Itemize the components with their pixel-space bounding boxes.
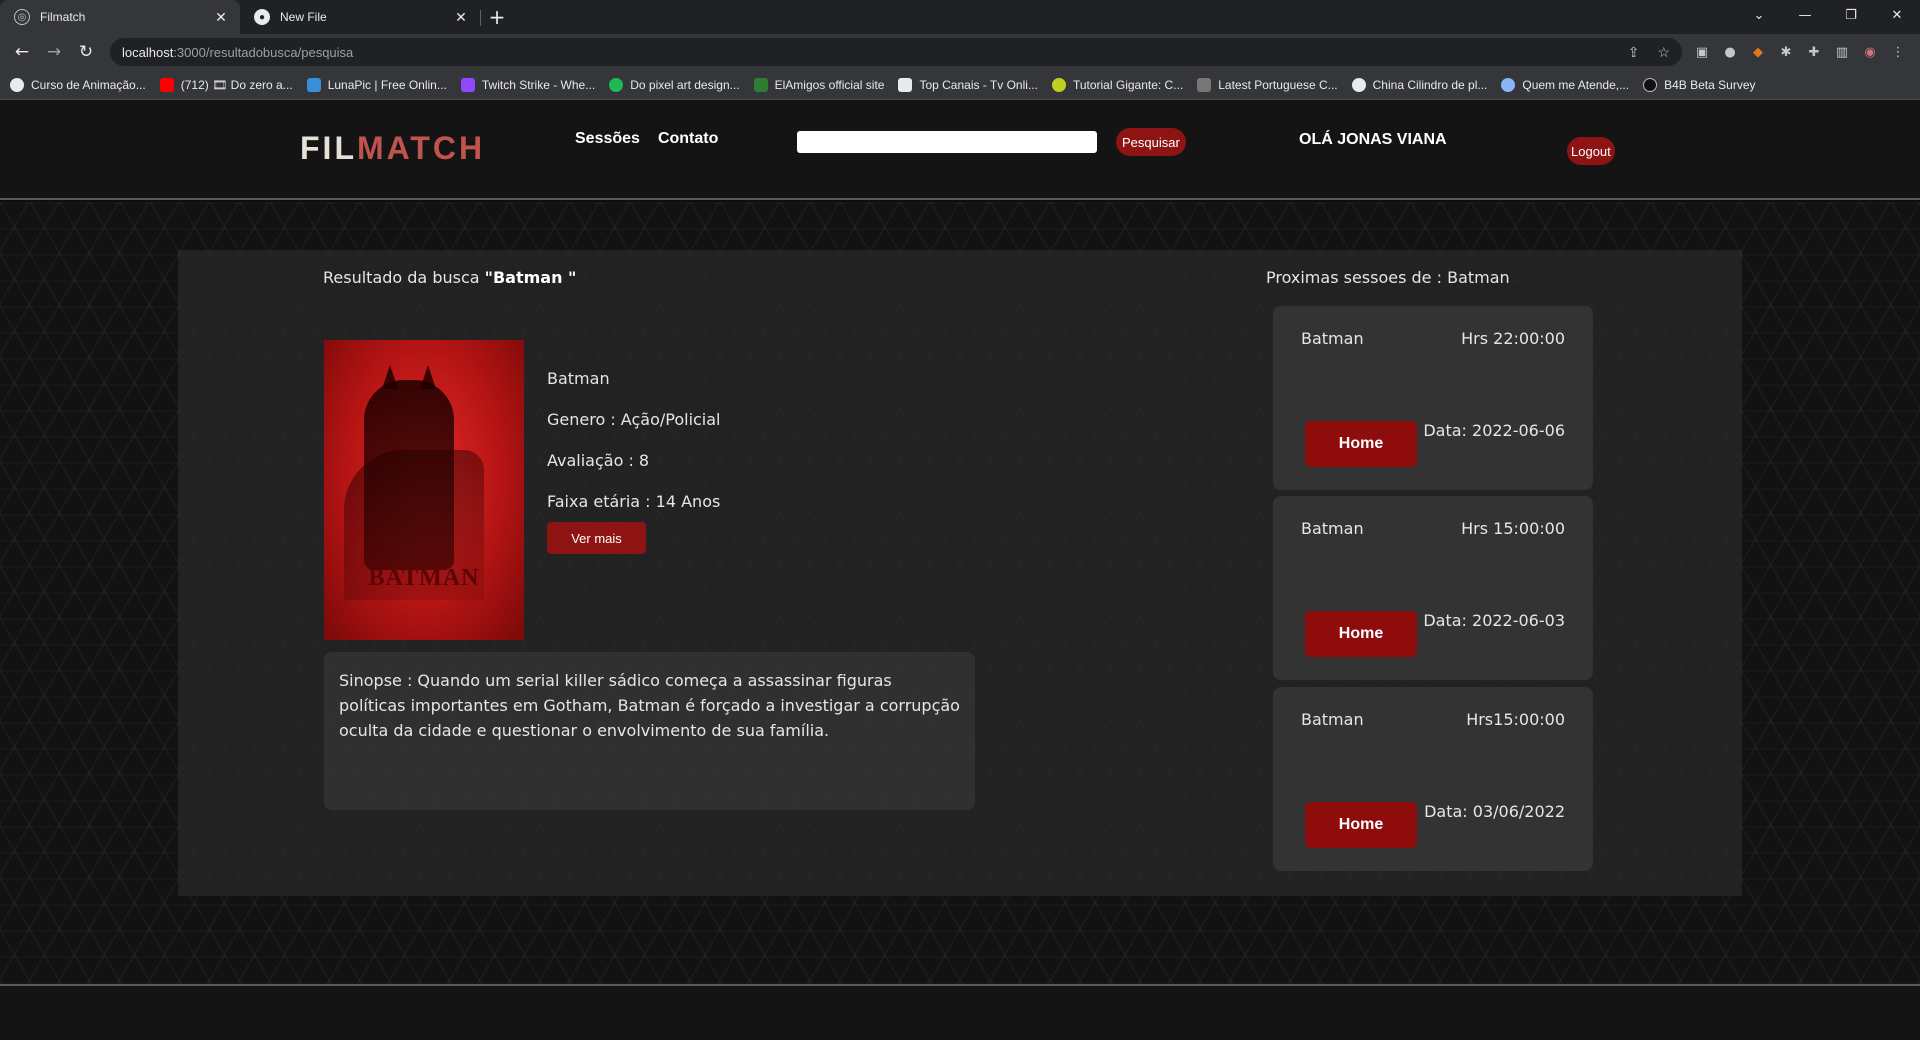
- movie-genre: Genero : Ação/Policial: [547, 410, 721, 429]
- bookmark-item[interactable]: Curso de Animação...: [10, 77, 146, 92]
- session-time: Hrs15:00:00: [1466, 710, 1565, 729]
- forward-icon[interactable]: →: [40, 38, 68, 66]
- tab-divider: [480, 10, 481, 26]
- share-icon[interactable]: ⇪: [1628, 44, 1640, 61]
- session-card: Batman Hrs 15:00:00 Home Data: 2022-06-0…: [1273, 496, 1593, 680]
- github-icon: ●: [254, 9, 270, 25]
- tv-icon: [898, 77, 913, 92]
- window-controls: ⌄ — ❐ ✕: [1736, 0, 1920, 34]
- twitch-icon: [460, 77, 475, 92]
- portuguese-icon: [1197, 77, 1212, 92]
- close-icon[interactable]: ✕: [212, 9, 230, 26]
- session-card: Batman Hrs15:00:00 Home Data: 03/06/2022: [1273, 687, 1593, 871]
- fi-icon: [609, 77, 624, 92]
- extension-icon[interactable]: ✱: [1772, 38, 1800, 66]
- home-button[interactable]: Home: [1305, 802, 1417, 848]
- tab-title: New File: [280, 10, 327, 24]
- globe-icon: [1351, 77, 1366, 92]
- tab-title: Filmatch: [40, 10, 86, 24]
- session-movie: Batman: [1301, 329, 1364, 348]
- session-time: Hrs 15:00:00: [1461, 519, 1565, 538]
- restore-icon[interactable]: ❐: [1828, 0, 1874, 30]
- browser-tab-bar: ◎ Filmatch ✕ ● New File ✕ + ⌄ — ❐ ✕: [0, 0, 1920, 34]
- tab-new-file[interactable]: ● New File ✕: [240, 0, 481, 34]
- bookmark-item[interactable]: (712) 🎞 Do zero a...: [159, 77, 293, 92]
- search-input[interactable]: [797, 131, 1097, 153]
- session-movie: Batman: [1301, 710, 1364, 729]
- tab-filmatch[interactable]: ◎ Filmatch ✕: [0, 0, 240, 34]
- ver-mais-button[interactable]: Ver mais: [547, 522, 646, 554]
- globe-icon: [10, 77, 24, 92]
- reload-icon[interactable]: ↻: [72, 38, 100, 66]
- bookmark-item[interactable]: Top Canais - Tv Onli...: [898, 77, 1038, 92]
- tutorial-icon: [1051, 77, 1066, 92]
- close-icon[interactable]: ✕: [452, 9, 470, 26]
- movie-poster: BATMAN: [324, 340, 524, 640]
- minimize-icon[interactable]: —: [1782, 0, 1828, 30]
- session-time: Hrs 22:00:00: [1461, 329, 1565, 348]
- user-greeting: OLÁ JONAS VIANA: [1299, 131, 1447, 148]
- globe-icon: ◎: [14, 9, 30, 25]
- session-date: Data: 2022-06-06: [1423, 421, 1565, 440]
- movie-title: Batman: [547, 369, 610, 388]
- session-card: Batman Hrs 22:00:00 Home Data: 2022-06-0…: [1273, 306, 1593, 490]
- url-host: localhost: [122, 44, 174, 60]
- session-date: Data: 2022-06-03: [1423, 611, 1565, 630]
- bookmark-item[interactable]: Latest Portuguese C...: [1197, 77, 1338, 92]
- bookmark-item[interactable]: B4B Beta Survey: [1643, 77, 1756, 92]
- puzzle-icon[interactable]: ✚: [1800, 38, 1828, 66]
- url-path: :3000/resultadobusca/pesquisa: [173, 44, 354, 60]
- poster-title: BATMAN: [368, 565, 480, 591]
- site-header: FILMATCH Sessões Contato Pesquisar OLÁ J…: [0, 100, 1920, 200]
- side-panel-icon[interactable]: ▥: [1828, 38, 1856, 66]
- search-query: "Batman ": [484, 268, 577, 287]
- bookmarks-bar: Curso de Animação... (712) 🎞 Do zero a..…: [0, 70, 1920, 100]
- new-tab-button[interactable]: +: [480, 0, 514, 34]
- avatar[interactable]: ◉: [1856, 38, 1884, 66]
- movie-synopsis: Sinopse : Quando um serial killer sádico…: [324, 652, 975, 810]
- bookmark-star-icon[interactable]: ☆: [1657, 44, 1670, 61]
- browser-toolbar: ← → ↻ i localhost :3000/resultadobusca/p…: [0, 34, 1920, 122]
- page: FILMATCH Sessões Contato Pesquisar OLÁ J…: [0, 100, 1920, 1040]
- movie-rating: Avaliação : 8: [547, 451, 650, 470]
- extension-icon[interactable]: ●: [1716, 38, 1744, 66]
- nav-contato[interactable]: Contato: [658, 130, 718, 148]
- main-nav: Sessões Contato: [575, 130, 718, 148]
- youtube-icon: [159, 77, 174, 92]
- address-bar[interactable]: i localhost :3000/resultadobusca/pesquis…: [110, 38, 1682, 122]
- close-window-icon[interactable]: ✕: [1874, 0, 1920, 30]
- metamask-icon[interactable]: ◆: [1744, 38, 1772, 66]
- content-background: Resultado da busca "Batman " BATMAN Batm…: [0, 202, 1920, 984]
- bookmark-item[interactable]: LunaPic | Free Onlin...: [306, 77, 447, 92]
- extension-icon[interactable]: ▣: [1688, 38, 1716, 66]
- menu-icon[interactable]: ⋮: [1884, 38, 1912, 66]
- poster-figure-shape: [364, 380, 454, 570]
- search-icon: [1501, 77, 1516, 92]
- movie-info: Batman Genero : Ação/Policial Avaliação …: [547, 358, 721, 522]
- bookmark-item[interactable]: Quem me Atende,...: [1501, 77, 1629, 92]
- search-result-title: Resultado da busca "Batman ": [323, 268, 577, 287]
- session-date: Data: 03/06/2022: [1424, 802, 1565, 821]
- movie-age-rating: Faixa etária : 14 Anos: [547, 492, 721, 511]
- nav-sessoes[interactable]: Sessões: [575, 130, 640, 148]
- lunapic-icon: [306, 77, 321, 92]
- session-movie: Batman: [1301, 519, 1364, 538]
- site-footer: [0, 984, 1920, 1040]
- bookmark-item[interactable]: Twitch Strike - Whe...: [460, 77, 595, 92]
- bookmark-item[interactable]: Do pixel art design...: [609, 77, 740, 92]
- home-button[interactable]: Home: [1305, 421, 1417, 467]
- search-button[interactable]: Pesquisar: [1116, 128, 1186, 156]
- back-icon[interactable]: ←: [8, 38, 36, 66]
- elamigos-icon: [753, 77, 768, 92]
- logout-button[interactable]: Logout: [1567, 137, 1615, 165]
- content-panel: Resultado da busca "Batman " BATMAN Batm…: [178, 250, 1742, 896]
- tab-search-icon[interactable]: ⌄: [1736, 0, 1782, 30]
- bookmark-item[interactable]: China Cilindro de pl...: [1351, 77, 1487, 92]
- b4b-icon: [1643, 77, 1658, 92]
- bookmark-item[interactable]: ElAmigos official site: [753, 77, 884, 92]
- bookmark-item[interactable]: Tutorial Gigante: C...: [1051, 77, 1183, 92]
- home-button[interactable]: Home: [1305, 611, 1417, 657]
- sessions-title: Proximas sessoes de : Batman: [1266, 268, 1510, 287]
- site-logo[interactable]: FILMATCH: [300, 130, 485, 167]
